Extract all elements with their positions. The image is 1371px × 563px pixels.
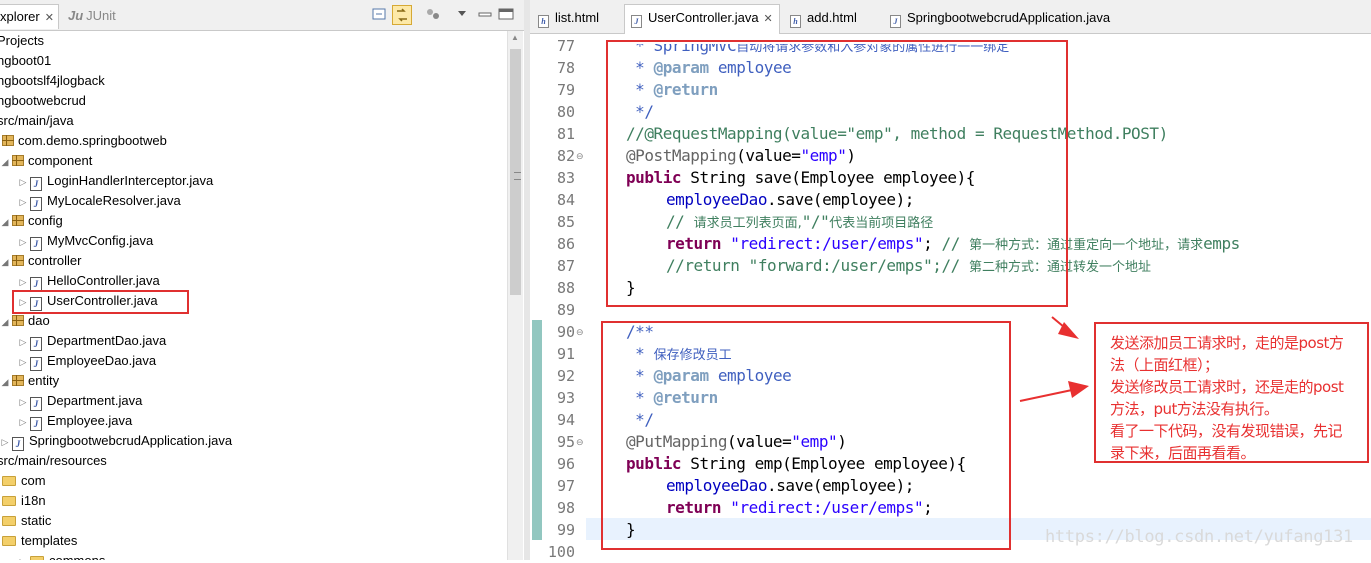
watermark: https://blog.csdn.net/yufang131 (1045, 527, 1353, 547)
note-line: 看了一下代码，没有发现错误，先记 (1110, 422, 1343, 440)
annotation-arrows (1019, 316, 1089, 402)
note-line: 发送修改员工请求时，还是走的post (1110, 378, 1344, 396)
arrow-to-note-from-post (1051, 316, 1079, 339)
note-line: 录下来，后面再看看。 (1110, 444, 1256, 462)
annotation-note: 发送添加员工请求时，走的是post方 法（上面红框）； 发送修改员工请求时，还是… (1094, 322, 1369, 463)
note-line: 发送添加员工请求时，走的是post方 (1110, 334, 1344, 352)
note-line: 方法，put方法没有执行。 (1110, 400, 1279, 418)
arrow-to-note-from-put (1019, 381, 1089, 402)
note-line: 法（上面红框）； (1110, 356, 1219, 374)
